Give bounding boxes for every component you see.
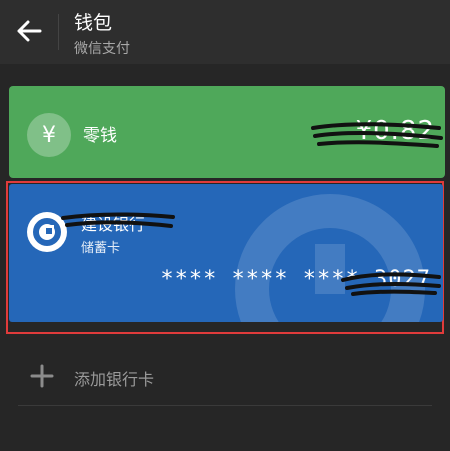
card-type: 储蓄卡 — [81, 241, 121, 256]
header-divider — [58, 14, 59, 50]
redaction-scribble — [341, 272, 441, 296]
bank-card-item[interactable]: 建设银行 储蓄卡 **** **** **** 3027 — [9, 184, 443, 322]
back-button[interactable] — [12, 14, 46, 48]
add-bank-card-label: 添加银行卡 — [74, 370, 155, 389]
page-subtitle: 微信支付 — [74, 41, 130, 57]
divider — [18, 405, 432, 406]
change-label: 零钱 — [83, 126, 117, 146]
redaction-scribble — [311, 122, 443, 148]
page-title: 钱包 — [74, 12, 113, 34]
change-balance-card[interactable]: ¥ 零钱 ¥0.82 — [9, 86, 445, 178]
arrow-left-icon — [17, 20, 42, 42]
bank-watermark-icon — [235, 194, 425, 322]
redaction-scribble — [61, 212, 175, 228]
add-bank-card-button[interactable]: 添加银行卡 — [0, 354, 450, 398]
yuan-icon: ¥ — [27, 113, 71, 157]
plus-icon — [30, 364, 54, 388]
app-header: 钱包 微信支付 — [0, 0, 450, 64]
